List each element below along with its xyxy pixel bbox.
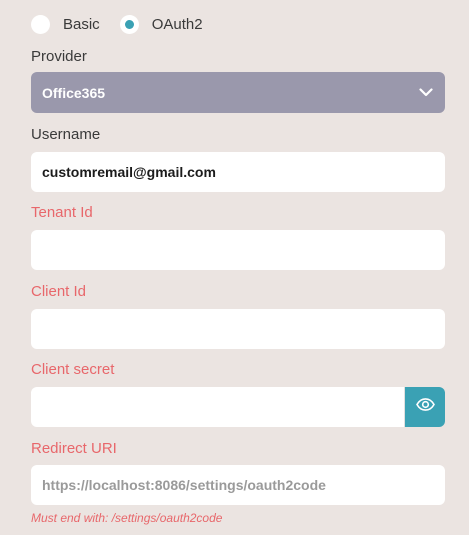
client-secret-field-box [31, 387, 404, 427]
radio-selected-dot [124, 19, 134, 29]
auth-type-radio-group: Basic OAuth2 [31, 12, 223, 36]
client-secret-label: Client secret [31, 361, 115, 378]
basic-radio[interactable] [31, 14, 50, 34]
oauth2-radio-label: OAuth2 [151, 15, 203, 33]
tenant-id-input[interactable] [42, 242, 434, 258]
tenant-id-field-box [31, 230, 445, 270]
username-input[interactable] [42, 164, 434, 180]
auth-option-oauth2[interactable]: OAuth2 [119, 14, 203, 34]
chevron-down-icon [419, 84, 433, 102]
eye-icon [415, 398, 435, 416]
username-field-box [31, 152, 445, 192]
tenant-id-label: Tenant Id [31, 204, 93, 221]
provider-label: Provider [31, 48, 87, 65]
client-secret-input[interactable] [42, 399, 393, 415]
client-secret-group [31, 387, 445, 427]
redirect-uri-label: Redirect URI [31, 440, 117, 457]
oauth2-radio[interactable] [119, 14, 139, 34]
provider-select[interactable]: Office365 [31, 72, 445, 113]
auth-option-basic[interactable]: Basic [31, 14, 100, 34]
client-id-label: Client Id [31, 283, 87, 300]
basic-radio-label: Basic [63, 15, 100, 33]
client-id-field-box [31, 309, 445, 349]
username-label: Username [31, 126, 101, 143]
provider-select-value: Office365 [42, 84, 106, 101]
client-id-input[interactable] [42, 321, 434, 337]
redirect-uri-field-box [31, 465, 445, 505]
redirect-uri-input[interactable] [42, 477, 434, 493]
oauth-settings-form: Basic OAuth2 Provider Office365 Username… [0, 0, 469, 535]
toggle-secret-visibility-button[interactable] [404, 387, 445, 427]
redirect-uri-hint: Must end with: /settings/oauth2code [31, 511, 223, 525]
